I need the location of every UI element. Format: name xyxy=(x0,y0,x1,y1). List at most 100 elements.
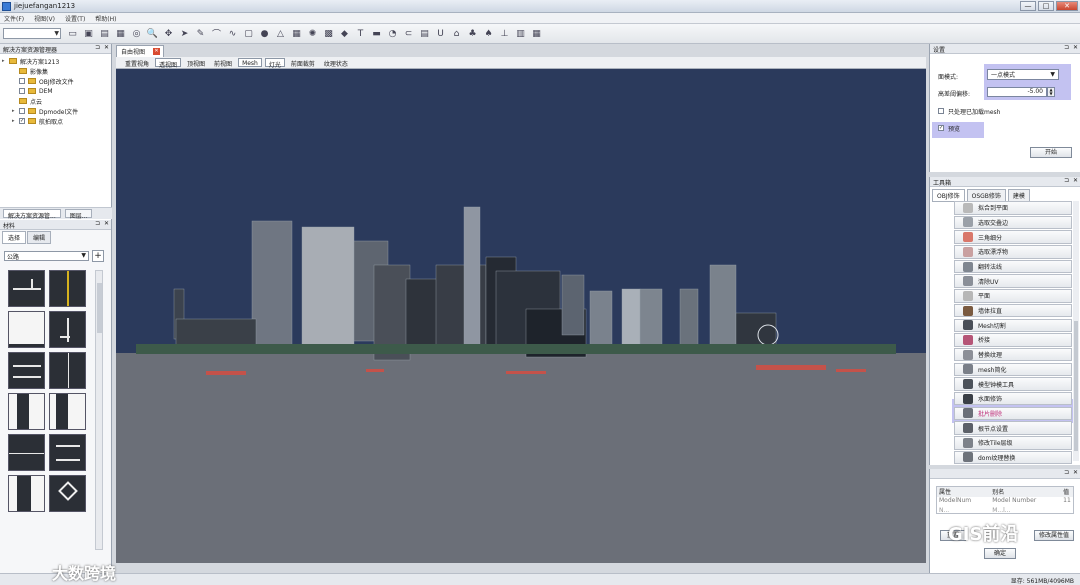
texture-icon[interactable]: ▤ xyxy=(418,27,431,40)
menu-view[interactable]: 视图(V) xyxy=(30,13,61,23)
only-mesh-checkbox[interactable] xyxy=(938,108,944,114)
material-category-select[interactable]: 公路 ▼ xyxy=(4,251,89,261)
menu-settings[interactable]: 设置(T) xyxy=(61,13,91,23)
eraser-icon[interactable]: ◆ xyxy=(338,27,351,40)
road-tile[interactable] xyxy=(49,311,86,348)
pin-icon[interactable]: ⊐ xyxy=(1064,44,1069,51)
close-icon[interactable]: ✕ xyxy=(104,220,109,227)
road-tile[interactable] xyxy=(49,393,86,430)
tool-item[interactable]: Mesh切割 xyxy=(954,318,1072,332)
view-button[interactable]: 前面裁剪 xyxy=(288,58,318,68)
clock-icon[interactable]: ◔ xyxy=(386,27,399,40)
tree-item[interactable]: ▸ Dpmodel文件 xyxy=(2,106,109,116)
offset-input[interactable]: -5.00 xyxy=(987,87,1047,97)
tool-item[interactable]: 根节点设置 xyxy=(954,421,1072,435)
close-icon[interactable]: ✕ xyxy=(104,44,109,51)
tool-item[interactable]: 三角细分 xyxy=(954,230,1072,244)
select-arrow-icon[interactable]: ➤ xyxy=(178,27,191,40)
tool-item[interactable]: 选取交叠边 xyxy=(954,215,1072,230)
pin-icon[interactable]: ⊐ xyxy=(95,220,100,227)
view-button[interactable]: 顶视图 xyxy=(184,58,208,68)
maximize-button[interactable]: □ xyxy=(1038,1,1054,11)
tab-layers[interactable]: 图层... xyxy=(64,209,93,220)
tab-edit[interactable]: 编辑 xyxy=(27,231,52,244)
tab-solution-explorer[interactable]: 解决方案资源管... xyxy=(3,209,61,220)
road-tile[interactable] xyxy=(49,434,86,471)
table-row[interactable]: N... M...l... xyxy=(937,507,1073,513)
box-icon[interactable]: ▬ xyxy=(370,27,383,40)
layers-icon[interactable]: ▦ xyxy=(114,27,127,40)
grid-icon[interactable]: ▦ xyxy=(290,27,303,40)
tree-item[interactable]: OBJ修改文件 xyxy=(2,76,109,86)
triangle-icon[interactable]: △ xyxy=(274,27,287,40)
view-button[interactable]: 透视图 xyxy=(155,58,182,69)
crop-icon[interactable]: ▢ xyxy=(242,27,255,40)
3d-viewport[interactable] xyxy=(116,69,926,563)
tree-checkbox[interactable] xyxy=(19,88,25,94)
view-button[interactable]: 纹理状态 xyxy=(321,58,351,68)
book-icon[interactable]: ▤ xyxy=(98,27,111,40)
tool-item[interactable]: 桥接 xyxy=(954,333,1072,347)
add-material-button[interactable]: + xyxy=(92,250,104,262)
save-icon[interactable]: ▣ xyxy=(82,27,95,40)
mesh-icon[interactable]: ▩ xyxy=(322,27,335,40)
close-icon[interactable]: ✕ xyxy=(1073,44,1078,51)
tree-item[interactable]: DEM xyxy=(2,86,109,96)
tool-item[interactable]: 模型钟模工具 xyxy=(954,377,1072,391)
close-button[interactable]: ✕ xyxy=(1056,1,1078,11)
tool-item[interactable]: 墙体拉直 xyxy=(954,303,1072,318)
road-tile[interactable] xyxy=(8,270,45,307)
pin-icon[interactable]: ⊐ xyxy=(95,44,100,51)
document-icon[interactable]: ▥ xyxy=(514,27,527,40)
road-tile[interactable] xyxy=(8,475,45,512)
offset-spinner[interactable]: ▲ ▼ xyxy=(1047,87,1055,97)
tool-item[interactable]: 水面修饰 xyxy=(954,391,1072,406)
menu-help[interactable]: 帮助(H) xyxy=(91,13,122,23)
tab-free-view[interactable]: 自由视图 ✕ xyxy=(116,45,165,57)
pin-icon[interactable]: ⊐ xyxy=(1064,177,1069,184)
confirm-button[interactable]: 确定 xyxy=(984,548,1016,559)
target-icon[interactable]: ◎ xyxy=(130,27,143,40)
view-button[interactable]: 前视图 xyxy=(211,58,235,68)
preview-checkbox[interactable]: ✓ xyxy=(938,125,944,131)
sphere-icon[interactable]: ● xyxy=(258,27,271,40)
tree-item[interactable]: 影像集 xyxy=(2,66,109,76)
open-icon[interactable]: ▭ xyxy=(66,27,79,40)
close-icon[interactable]: ✕ xyxy=(1073,469,1078,476)
material-scrollbar[interactable] xyxy=(95,270,103,550)
tree-item[interactable]: ▸ 解决方案1213 xyxy=(2,56,109,66)
bell-icon[interactable]: ♠ xyxy=(482,27,495,40)
uv-icon[interactable]: U xyxy=(434,27,447,40)
close-icon[interactable]: ✕ xyxy=(153,48,161,55)
view-button[interactable]: Mesh xyxy=(238,58,262,67)
close-icon[interactable]: ✕ xyxy=(1073,177,1078,184)
tool-item[interactable]: 翻转法线 xyxy=(954,259,1072,274)
tree-item[interactable]: ▸ ✓ 航拍取点 xyxy=(2,116,109,126)
tool-item[interactable]: 修改Tile层级 xyxy=(954,436,1072,450)
link-icon[interactable]: ⊂ xyxy=(402,27,415,40)
tree-checkbox[interactable]: ✓ xyxy=(19,118,25,124)
curve-icon[interactable]: ∿ xyxy=(226,27,239,40)
tree-checkbox[interactable] xyxy=(19,78,25,84)
road-tile[interactable] xyxy=(49,475,86,512)
tool-item[interactable]: 替换纹理 xyxy=(954,347,1072,362)
tool-item[interactable]: 批片删除 xyxy=(954,406,1072,421)
tree-item[interactable]: 点云 xyxy=(2,96,109,106)
tool-item[interactable]: dom纹理替换 xyxy=(954,450,1072,465)
modify-attribute-button[interactable]: 修改属性值 xyxy=(1034,530,1074,541)
tab-select[interactable]: 选择 xyxy=(2,231,27,244)
view-button[interactable]: 重置视角 xyxy=(122,58,152,68)
tile-icon[interactable]: ▦ xyxy=(530,27,543,40)
tool-item[interactable]: 清除UV xyxy=(954,274,1072,288)
lasso-icon[interactable]: ⌒ xyxy=(210,27,223,40)
tool-item[interactable]: 平面 xyxy=(954,289,1072,303)
minimize-button[interactable]: — xyxy=(1020,1,1036,11)
road-tile[interactable] xyxy=(49,270,86,307)
road-tile[interactable] xyxy=(8,434,45,471)
tool-item[interactable]: mesh简化 xyxy=(954,362,1072,377)
view-button[interactable]: 灯光 xyxy=(264,58,285,69)
tool-item[interactable]: 拟合到平面 xyxy=(954,201,1072,215)
road-tile[interactable] xyxy=(49,352,86,389)
expand-icon[interactable]: ▸ xyxy=(2,58,8,64)
house-icon[interactable]: ⌂ xyxy=(450,27,463,40)
